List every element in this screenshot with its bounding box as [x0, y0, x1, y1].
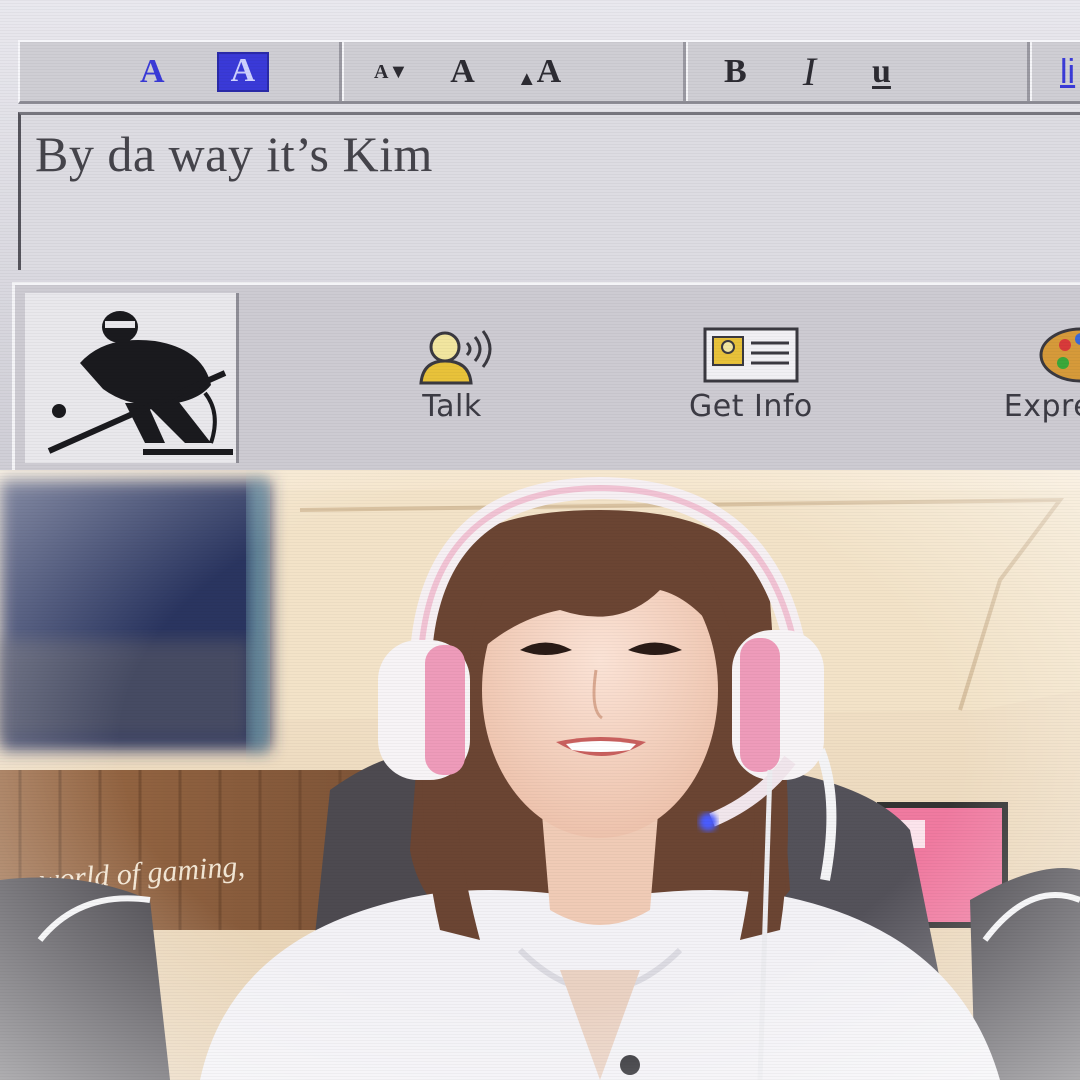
up-triangle-icon: ▲	[516, 67, 537, 90]
bold-button[interactable]: B	[724, 54, 747, 89]
insert-link-button[interactable]: li	[1060, 55, 1075, 89]
larger-font-button[interactable]: ▲ A	[516, 52, 562, 90]
smaller-font-glyph: A	[374, 60, 389, 83]
im-window: A A A ▼ A ▲ A B I u li By da way it’s Ki…	[0, 0, 1080, 475]
talk-icon	[419, 330, 492, 385]
action-bar: Talk Get Info Expre	[12, 282, 1080, 470]
font-color-button[interactable]: A	[140, 54, 165, 89]
talk-label: Talk	[422, 389, 482, 424]
photo-illustration: world of gaming,	[0, 470, 1080, 1080]
expressions-button[interactable]: Expre	[1003, 325, 1080, 424]
id-card-icon	[703, 327, 799, 383]
normal-font-button[interactable]: A	[450, 54, 475, 89]
size-group: A ▼ A ▲ A	[342, 42, 686, 101]
webcam-photo: world of gaming,	[0, 470, 1080, 1080]
message-input[interactable]: By da way it’s Kim	[18, 112, 1080, 270]
underline-button[interactable]: u	[872, 54, 891, 89]
get-info-label: Get Info	[689, 389, 813, 424]
expressions-label: Expre	[1003, 389, 1080, 424]
get-info-button[interactable]: Get Info	[689, 325, 813, 424]
color-group: A A	[20, 42, 342, 101]
message-text: By da way it’s Kim	[35, 126, 433, 182]
down-triangle-icon: ▼	[388, 60, 409, 83]
talk-button[interactable]: Talk	[407, 325, 497, 424]
hockey-player-icon[interactable]	[25, 293, 239, 463]
larger-font-glyph: A	[536, 52, 562, 90]
style-group: B I u	[686, 42, 1030, 101]
italic-button[interactable]: I	[803, 51, 816, 92]
highlight-color-button[interactable]: A	[216, 51, 270, 92]
format-toolbar: A A A ▼ A ▲ A B I u li	[18, 40, 1080, 104]
smaller-font-button[interactable]: A ▼	[374, 62, 408, 82]
palette-icon	[1039, 327, 1080, 383]
